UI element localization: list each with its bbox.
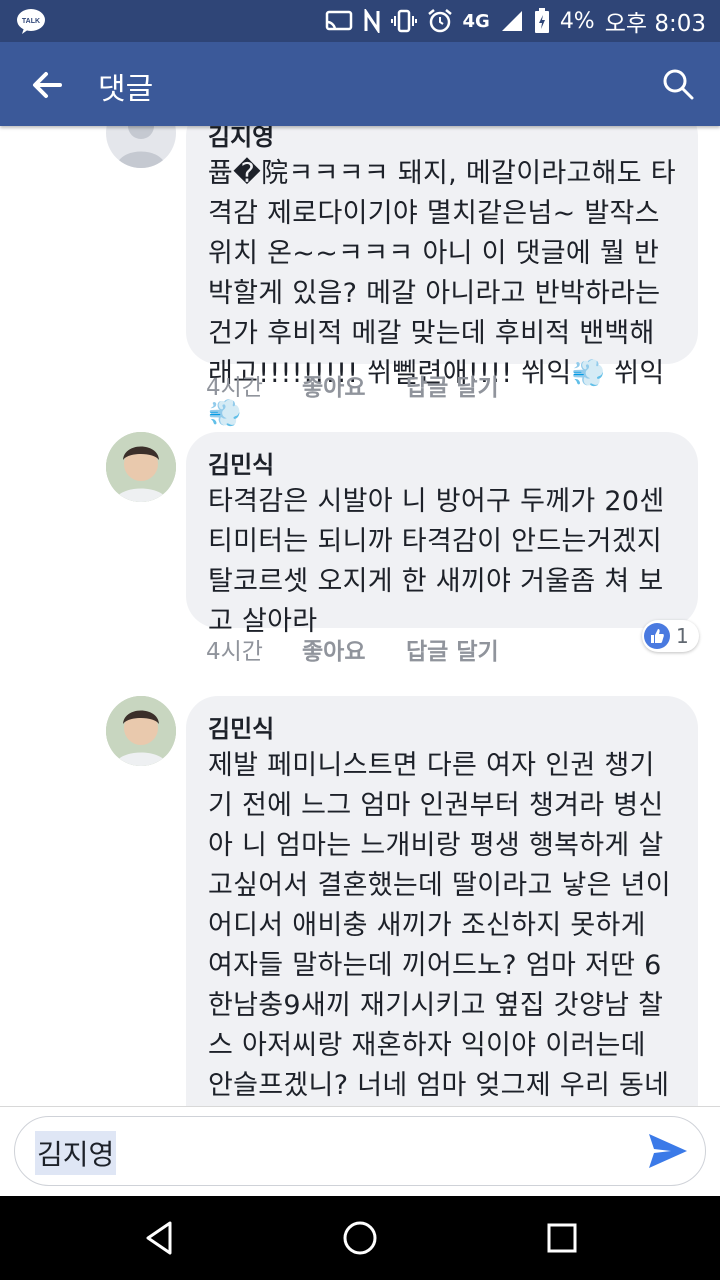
- system-nav-bar: [0, 1196, 720, 1280]
- battery-level: 4%: [559, 8, 595, 34]
- user-photo-icon: [106, 696, 176, 766]
- status-icons: 4G 4% 오후 8:03: [325, 0, 706, 42]
- comment-actions: 4시간 좋아요 답글 달기: [206, 632, 499, 666]
- comments-list[interactable]: 김지영 퓹�院ㅋㅋㅋㅋ 돼지, 메갈이라고해도 타격감 제로다이기야 멸치같은넘…: [0, 126, 720, 1106]
- comment-author[interactable]: 김민식: [208, 448, 678, 482]
- comment-composer: 김지영: [0, 1106, 720, 1197]
- comment-author[interactable]: 김지영: [208, 126, 678, 154]
- kakao-label: TALK: [22, 18, 40, 25]
- like-button[interactable]: 좋아요: [302, 368, 406, 402]
- signal-icon: [501, 11, 522, 31]
- comment-bubble[interactable]: 김민식 타격감은 시발아 니 방어구 두께가 20센티미터는 되니까 타격감이 …: [186, 432, 698, 637]
- status-bar: TALK 4G 4% 오후 8:03: [0, 0, 720, 42]
- comment-text: 제발 페미니스트면 다른 여자 인권 챙기기 전에 느그 엄마 인권부터 챙겨라…: [208, 750, 671, 1101]
- avatar[interactable]: [106, 432, 176, 502]
- search-icon[interactable]: [662, 68, 694, 100]
- comment-text: 타격감은 시발아 니 방어구 두께가 20센티미터는 되니까 타격감이 안드는거…: [208, 486, 665, 637]
- comment-bubble[interactable]: 김민식 제발 페미니스트면 다른 여자 인권 챙기기 전에 느그 엄마 인권부터…: [186, 696, 698, 1106]
- vibrate-icon: [390, 9, 417, 33]
- send-icon[interactable]: [647, 1131, 689, 1171]
- arrow-left-icon[interactable]: [30, 68, 64, 102]
- nav-home-icon[interactable]: [340, 1218, 380, 1258]
- comment-time: 4시간: [206, 375, 263, 401]
- avatar[interactable]: [106, 126, 176, 168]
- comment-input[interactable]: 김지영: [14, 1116, 706, 1186]
- reply-button[interactable]: 답글 달기: [406, 368, 499, 402]
- like-button[interactable]: 좋아요: [302, 632, 406, 666]
- comment-bubble[interactable]: 김지영 퓹�院ㅋㅋㅋㅋ 돼지, 메갈이라고해도 타격감 제로다이기야 멸치같은넘…: [186, 126, 698, 429]
- nfc-icon: [364, 9, 379, 33]
- network-type: 4G: [462, 10, 490, 32]
- comment-actions: 4시간 좋아요 답글 달기: [206, 368, 499, 402]
- battery-icon: [534, 8, 549, 33]
- kakaotalk-icon: TALK: [17, 9, 45, 34]
- comment-input-value[interactable]: 김지영: [35, 1131, 117, 1175]
- reaction-number: 1: [676, 624, 689, 648]
- page-title: 댓글: [98, 72, 154, 107]
- reply-button[interactable]: 답글 달기: [406, 632, 499, 666]
- comment-author[interactable]: 김민식: [208, 712, 678, 746]
- nav-back-icon[interactable]: [140, 1218, 180, 1258]
- nav-recents-icon[interactable]: [542, 1218, 582, 1258]
- app-bar: 댓글: [0, 42, 720, 126]
- reaction-count[interactable]: 1: [642, 620, 699, 652]
- alarm-icon: [427, 9, 452, 33]
- default-avatar-icon: [116, 126, 166, 168]
- thumbs-up-icon: [644, 623, 670, 649]
- user-photo-icon: [106, 432, 176, 502]
- clock: 오후 8:03: [604, 11, 706, 37]
- avatar[interactable]: [106, 696, 176, 766]
- cast-icon: [325, 10, 352, 31]
- comment-time: 4시간: [206, 639, 263, 665]
